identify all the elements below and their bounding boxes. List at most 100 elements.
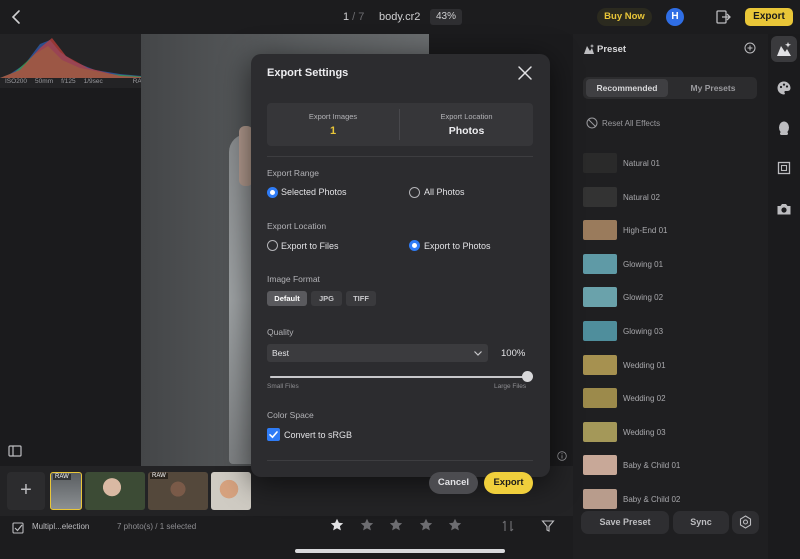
slider-min-label: Small Files bbox=[267, 383, 299, 390]
buy-now-button[interactable]: Buy Now bbox=[597, 8, 652, 26]
exif-focal: 50mm bbox=[35, 78, 54, 85]
star-icon[interactable] bbox=[448, 518, 462, 532]
quality-heading: Quality bbox=[267, 327, 294, 337]
preset-thumbnail[interactable] bbox=[583, 321, 617, 341]
export-button[interactable]: Export bbox=[484, 472, 533, 494]
star-icon[interactable] bbox=[360, 518, 374, 532]
export-location-value: Photos bbox=[448, 125, 485, 137]
avatar[interactable]: H bbox=[666, 8, 684, 26]
radio-export-to-photos[interactable] bbox=[409, 240, 420, 251]
preset-icon bbox=[583, 43, 595, 55]
raw-badge: RAW bbox=[150, 473, 168, 479]
preset-item-label[interactable]: Wedding 01 bbox=[623, 361, 666, 370]
preset-item-label[interactable]: Wedding 03 bbox=[623, 428, 666, 437]
preset-tool-icon[interactable] bbox=[776, 41, 792, 57]
preset-item-label[interactable]: Glowing 03 bbox=[623, 327, 663, 336]
reset-all-effects[interactable]: Reset All Effects bbox=[602, 119, 660, 128]
counter-sep: / bbox=[349, 11, 359, 23]
exif-info: ISO20050mmf/1251/9secRAW bbox=[5, 78, 156, 85]
quality-slider-thumb[interactable] bbox=[522, 371, 533, 382]
preset-thumbnail[interactable] bbox=[583, 421, 617, 442]
preset-thumbnail[interactable] bbox=[583, 220, 617, 241]
preset-item-label[interactable]: High-End 01 bbox=[623, 226, 667, 235]
film-thumb-1[interactable]: RAW bbox=[50, 472, 82, 510]
radio-selected-photos[interactable] bbox=[267, 187, 278, 198]
face-retouch-icon[interactable] bbox=[776, 120, 792, 136]
radio-export-to-photos-label[interactable]: Export to Photos bbox=[424, 241, 491, 251]
counter-total: 7 bbox=[358, 11, 365, 23]
palette-icon[interactable] bbox=[776, 80, 792, 96]
preset-item-label[interactable]: Natural 01 bbox=[623, 159, 660, 168]
preset-thumbnail[interactable] bbox=[583, 489, 617, 509]
radio-all-photos-label[interactable]: All Photos bbox=[424, 187, 465, 197]
crop-icon[interactable] bbox=[776, 160, 792, 176]
export-location-label: Export Location bbox=[440, 112, 493, 121]
star-icon[interactable] bbox=[389, 518, 403, 532]
preset-item-label[interactable]: Baby & Child 01 bbox=[623, 461, 680, 470]
preset-item-label[interactable]: Glowing 02 bbox=[623, 293, 663, 302]
preset-thumbnail[interactable] bbox=[583, 388, 617, 409]
preset-item-label[interactable]: Natural 02 bbox=[623, 193, 660, 202]
filter-icon[interactable] bbox=[541, 519, 555, 533]
selection-count: 7 photo(s) / 1 selected bbox=[117, 522, 197, 531]
star-icon[interactable] bbox=[419, 518, 433, 532]
radio-all-photos[interactable] bbox=[409, 187, 420, 198]
divider bbox=[267, 156, 533, 157]
multi-select-label[interactable]: Multipl...election bbox=[32, 522, 89, 531]
home-indicator bbox=[295, 549, 505, 553]
format-default-button[interactable]: Default bbox=[267, 291, 307, 306]
dialog-title: Export Settings bbox=[267, 67, 349, 79]
preset-thumbnail[interactable] bbox=[583, 253, 617, 274]
preset-thumbnail[interactable] bbox=[583, 153, 617, 173]
radio-export-to-files-label[interactable]: Export to Files bbox=[281, 241, 339, 251]
reset-icon[interactable] bbox=[586, 117, 598, 129]
exif-aperture: f/125 bbox=[61, 78, 76, 85]
export-location-heading: Export Location bbox=[267, 221, 327, 231]
quality-slider-fill bbox=[270, 376, 528, 378]
preset-item-label[interactable]: Glowing 01 bbox=[623, 260, 663, 269]
preset-thumbnail[interactable] bbox=[583, 354, 617, 375]
film-thumb-3[interactable]: RAW bbox=[148, 472, 208, 510]
format-tiff-button[interactable]: TIFF bbox=[346, 291, 376, 306]
tab-recommended[interactable]: Recommended bbox=[586, 79, 668, 97]
image-counter: 1 / 7 bbox=[343, 11, 364, 23]
raw-badge: RAW bbox=[53, 474, 71, 480]
sync-button[interactable]: Sync bbox=[673, 511, 729, 534]
info-icon[interactable] bbox=[557, 451, 567, 461]
sync-settings-button[interactable] bbox=[732, 511, 759, 534]
preset-thumbnail[interactable] bbox=[583, 287, 617, 308]
quality-select-value: Best bbox=[272, 348, 290, 358]
quality-select[interactable] bbox=[267, 344, 488, 362]
preset-thumbnail[interactable] bbox=[583, 186, 617, 207]
convert-srgb-checkbox[interactable] bbox=[267, 428, 280, 441]
chevron-down-icon bbox=[472, 347, 484, 359]
export-button-top[interactable]: Export bbox=[745, 8, 793, 26]
zoom-level[interactable]: 43% bbox=[430, 9, 462, 25]
star-icon[interactable] bbox=[330, 518, 344, 532]
add-photo-button[interactable]: + bbox=[7, 472, 45, 510]
import-export-icon[interactable] bbox=[714, 8, 732, 26]
save-preset-button[interactable]: Save Preset bbox=[581, 511, 669, 534]
add-preset-icon[interactable] bbox=[744, 42, 756, 54]
preset-item-label[interactable]: Baby & Child 02 bbox=[623, 495, 680, 504]
radio-selected-photos-label[interactable]: Selected Photos bbox=[281, 187, 347, 197]
file-name: body.cr2 bbox=[379, 11, 421, 23]
preset-item-label[interactable]: Wedding 02 bbox=[623, 394, 666, 403]
film-thumb-4[interactable] bbox=[211, 472, 251, 510]
format-jpg-button[interactable]: JPG bbox=[311, 291, 342, 306]
radio-export-to-files[interactable] bbox=[267, 240, 278, 251]
export-range-heading: Export Range bbox=[267, 168, 319, 178]
camera-icon[interactable] bbox=[776, 201, 792, 217]
chevron-left-icon[interactable] bbox=[8, 8, 26, 26]
split-view-icon[interactable] bbox=[8, 444, 22, 458]
preset-thumbnail[interactable] bbox=[583, 455, 617, 476]
close-icon[interactable] bbox=[516, 64, 534, 82]
convert-srgb-label[interactable]: Convert to sRGB bbox=[284, 430, 352, 440]
exif-iso: ISO200 bbox=[5, 78, 28, 85]
cancel-button[interactable]: Cancel bbox=[429, 472, 478, 494]
multi-select-icon[interactable] bbox=[12, 520, 26, 534]
film-thumb-2[interactable] bbox=[85, 472, 145, 510]
tab-my-presets[interactable]: My Presets bbox=[672, 79, 754, 97]
quality-percent: 100% bbox=[501, 348, 526, 359]
sort-icon[interactable] bbox=[501, 519, 515, 533]
